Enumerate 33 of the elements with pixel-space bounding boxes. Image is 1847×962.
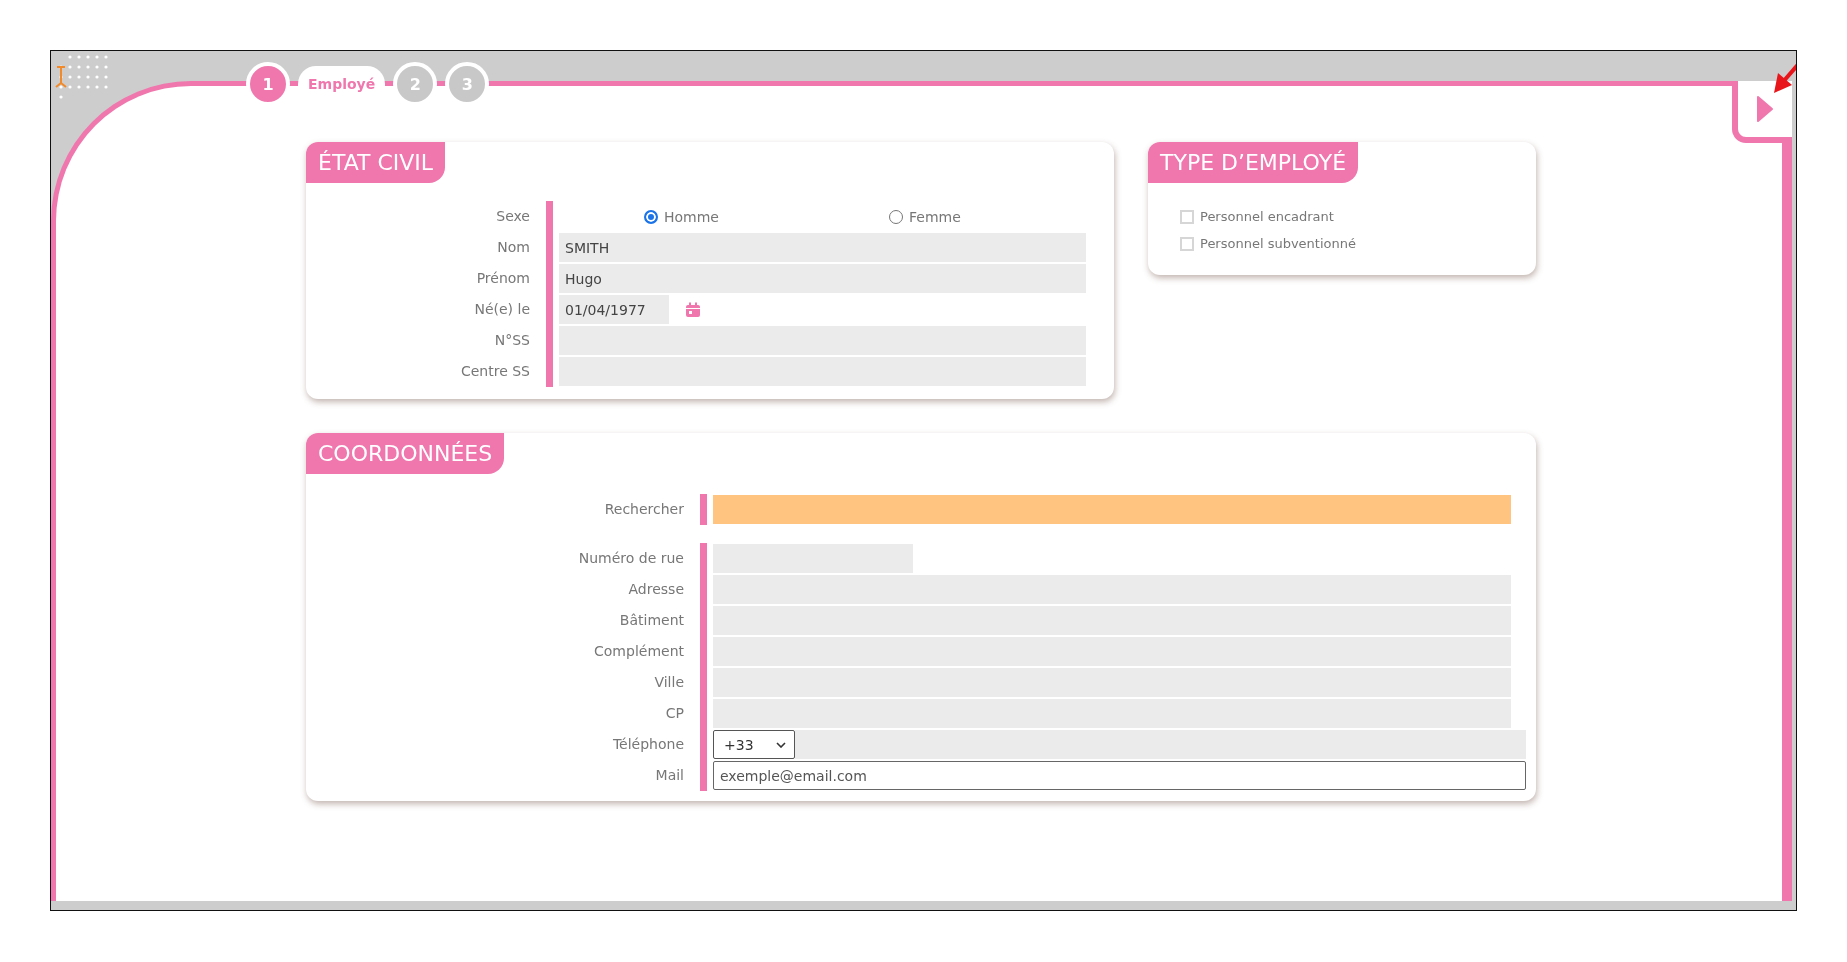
calendar-icon[interactable] <box>685 301 701 318</box>
checkbox-option[interactable]: Personnel encadrant <box>1180 209 1536 224</box>
field-label: Téléphone <box>611 735 685 754</box>
field-label: Mail <box>654 766 685 785</box>
play-triangle-icon <box>1756 95 1774 123</box>
field-label: Adresse <box>627 580 685 599</box>
field-label: Centre SS <box>459 362 531 381</box>
field-label: N°SS <box>493 331 531 350</box>
text-field[interactable]: Hugo <box>559 264 1086 293</box>
text-field[interactable]: SMITH <box>559 233 1086 262</box>
expand-panel-button[interactable] <box>1732 81 1792 143</box>
card-title: ÉTAT CIVIL <box>306 142 446 183</box>
field-label: Complément <box>593 642 685 661</box>
date-field[interactable]: 01/04/1977 <box>559 295 669 324</box>
field-label: Ville <box>653 673 685 692</box>
email-field[interactable]: exemple@email.com <box>713 761 1526 790</box>
field-label: Né(e) le <box>473 300 531 319</box>
country-code-dropdown[interactable]: +33 <box>713 730 795 759</box>
field-label: Numéro de rue <box>577 549 685 568</box>
chevron-down-icon <box>776 741 786 748</box>
card-title: TYPE D’EMPLOYÉ <box>1148 142 1359 183</box>
checkbox-option[interactable]: Personnel subventionné <box>1180 236 1536 251</box>
field-label: CP <box>664 704 685 723</box>
field-label: Nom <box>496 238 531 257</box>
search-field[interactable] <box>713 495 1511 524</box>
radio-option[interactable]: Femme <box>889 208 961 225</box>
field-label: Sexe <box>495 207 531 226</box>
phone-field[interactable] <box>795 730 1526 759</box>
field-label: Bâtiment <box>618 611 685 630</box>
card-title: COORDONNÉES <box>306 433 505 474</box>
field-label: Rechercher <box>603 500 685 519</box>
radio-option[interactable]: Homme <box>644 208 719 225</box>
field-label: Prénom <box>475 269 531 288</box>
